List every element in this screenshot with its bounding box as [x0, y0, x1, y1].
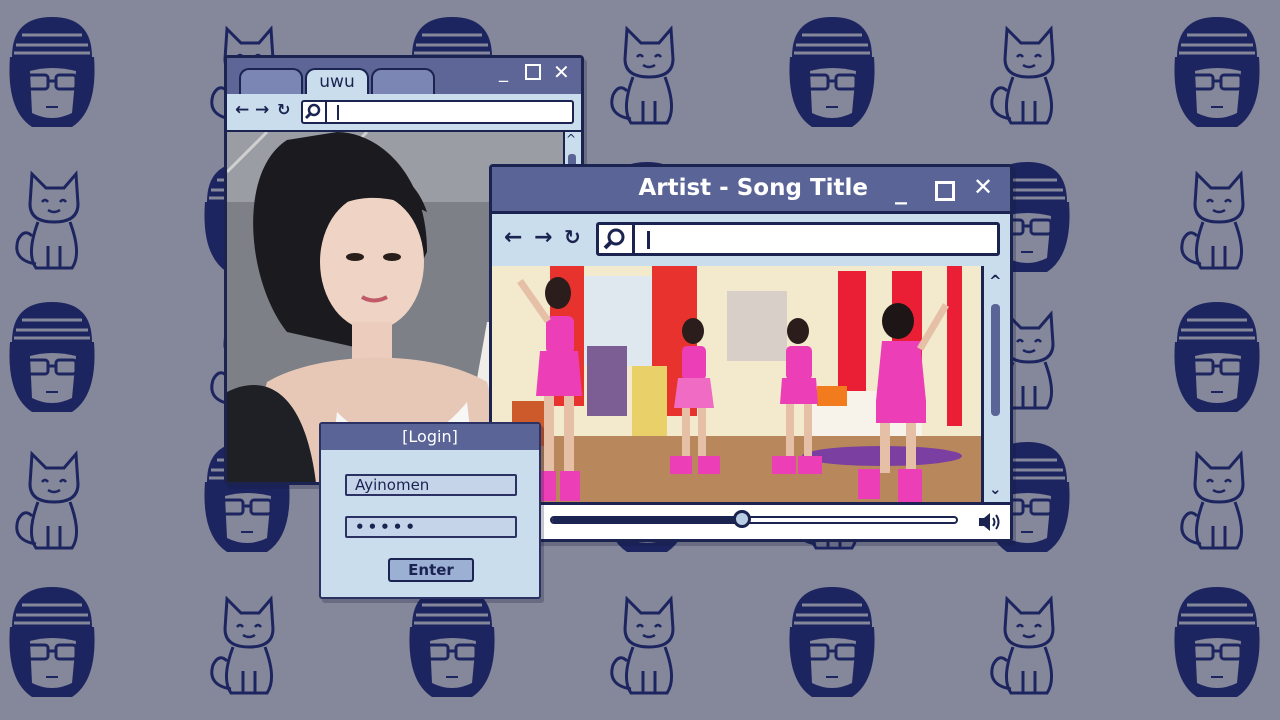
progress-track[interactable]: [550, 510, 958, 528]
browser-tab-bar: uwu _ ✕: [227, 58, 581, 94]
refresh-icon[interactable]: ↻: [564, 225, 581, 249]
back-arrow-icon[interactable]: ←: [235, 100, 249, 120]
scrollbar-thumb[interactable]: [991, 304, 1000, 416]
text-cursor: [337, 105, 339, 120]
tab-uwu[interactable]: uwu: [305, 68, 369, 94]
cat-doodle-icon: [15, 170, 80, 270]
close-icon[interactable]: ✕: [973, 173, 993, 201]
enter-button[interactable]: Enter: [388, 558, 474, 582]
video-frame[interactable]: [492, 266, 984, 508]
video-player-window: Artist - Song Title _ ✕ ← → ↻ ^ ⌄: [489, 164, 1013, 542]
refresh-icon[interactable]: ↻: [277, 100, 290, 119]
player-controls: [492, 502, 1010, 539]
girl-doodle-icon: [1174, 587, 1260, 697]
girl-doodle-icon: [1174, 302, 1260, 412]
girl-doodle-icon: [1174, 17, 1260, 127]
volume-icon[interactable]: [977, 511, 1003, 533]
search-icon[interactable]: [599, 225, 635, 253]
cat-doodle-icon: [610, 25, 675, 125]
cat-doodle-icon: [15, 450, 80, 550]
girl-doodle-icon: [9, 302, 95, 412]
address-bar[interactable]: [301, 100, 574, 124]
progress-knob[interactable]: [732, 510, 751, 528]
video-scrollbar[interactable]: ^ ⌄: [981, 266, 1010, 508]
maximize-icon[interactable]: [935, 181, 955, 201]
player-nav-bar: ← → ↻: [492, 214, 1010, 269]
address-bar[interactable]: [596, 222, 1000, 256]
girl-doodle-icon: [9, 587, 95, 697]
search-icon[interactable]: [303, 102, 327, 122]
login-title: [Login]: [321, 424, 539, 450]
girl-doodle-icon: [9, 17, 95, 127]
cat-doodle-icon: [1180, 170, 1245, 270]
close-icon[interactable]: ✕: [553, 60, 570, 84]
maximize-icon[interactable]: [525, 64, 541, 80]
cat-doodle-icon: [610, 595, 675, 695]
login-window: [Login] Ayinomen ••••• Enter: [319, 422, 541, 599]
minimize-icon[interactable]: _: [499, 62, 508, 83]
tab-inactive-right[interactable]: [371, 68, 435, 94]
girl-doodle-icon: [409, 587, 495, 697]
browser-nav-bar: ← → ↻: [227, 94, 581, 132]
girl-doodle-icon: [789, 587, 875, 697]
cat-doodle-icon: [210, 595, 275, 695]
tab-inactive-left[interactable]: [239, 68, 303, 94]
text-cursor: [647, 231, 650, 249]
password-field[interactable]: •••••: [345, 516, 517, 538]
scroll-down-icon[interactable]: ⌄: [989, 480, 1002, 498]
cat-doodle-icon: [990, 25, 1055, 125]
cat-doodle-icon: [1180, 450, 1245, 550]
player-title-bar: Artist - Song Title _ ✕: [492, 167, 1010, 214]
username-field[interactable]: Ayinomen: [345, 474, 517, 496]
forward-arrow-icon[interactable]: →: [255, 100, 269, 120]
back-arrow-icon[interactable]: ←: [504, 225, 522, 250]
forward-arrow-icon[interactable]: →: [534, 225, 552, 250]
girl-doodle-icon: [789, 17, 875, 127]
cat-doodle-icon: [990, 595, 1055, 695]
song-title: Artist - Song Title: [638, 175, 868, 201]
scroll-up-icon[interactable]: ^: [566, 132, 576, 146]
minimize-icon[interactable]: _: [895, 177, 907, 205]
scroll-up-icon[interactable]: ^: [989, 272, 1002, 290]
progress-fill: [552, 518, 742, 522]
